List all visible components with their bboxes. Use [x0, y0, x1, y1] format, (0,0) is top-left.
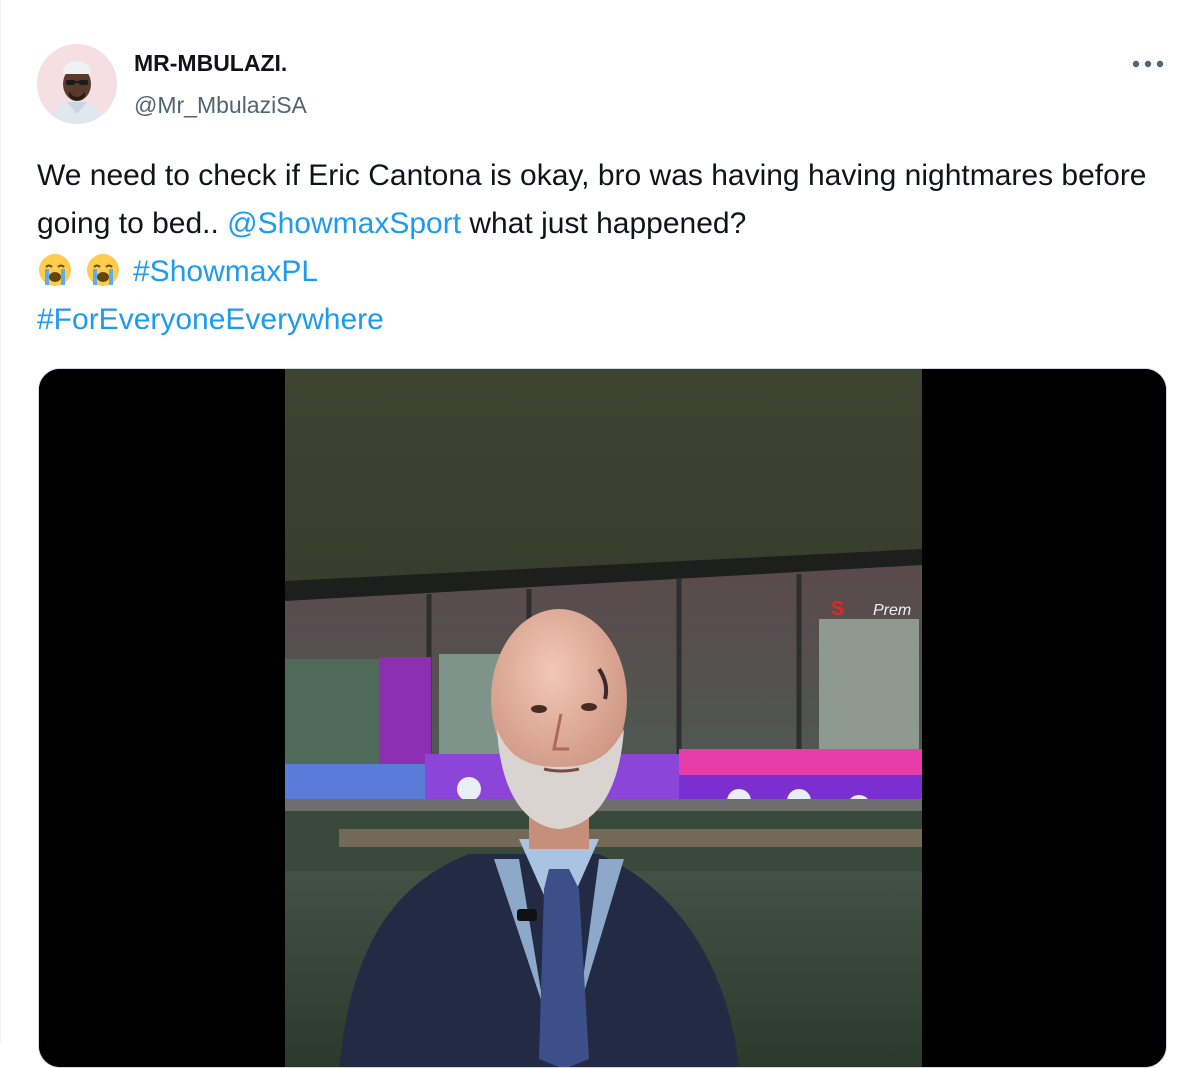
mention-link[interactable]: @ShowmaxSport: [227, 207, 461, 240]
loudly-crying-face-icon: [85, 253, 123, 287]
video-frame: S Prem: [39, 369, 1166, 1067]
author-avatar[interactable]: [37, 44, 117, 124]
hashtag-link[interactable]: #ShowmaxPL: [133, 255, 318, 288]
loudly-crying-face-icon: [37, 253, 75, 287]
tweet-card: MR-MBULAZI. @Mr_MbulaziSA We need to che…: [0, 0, 1198, 1068]
tweet-media-video[interactable]: S Prem: [38, 368, 1167, 1068]
supersport-s-logo: S: [831, 598, 844, 620]
author-info: MR-MBULAZI. @Mr_MbulaziSA: [134, 48, 307, 120]
hashtag-link[interactable]: #ForEveryoneEverywhere: [37, 303, 384, 336]
author-display-name[interactable]: MR-MBULAZI.: [134, 48, 307, 78]
tweet-text: We need to check if Eric Cantona is okay…: [37, 152, 1167, 344]
more-horizontal-icon: [1132, 60, 1164, 68]
author-handle[interactable]: @Mr_MbulaziSA: [134, 90, 307, 120]
tweet-text-part2: what just happened?: [461, 207, 747, 240]
media-overlay-text: Prem: [873, 602, 911, 619]
more-options-button[interactable]: [1128, 50, 1168, 78]
profile-photo-icon: [37, 44, 117, 124]
